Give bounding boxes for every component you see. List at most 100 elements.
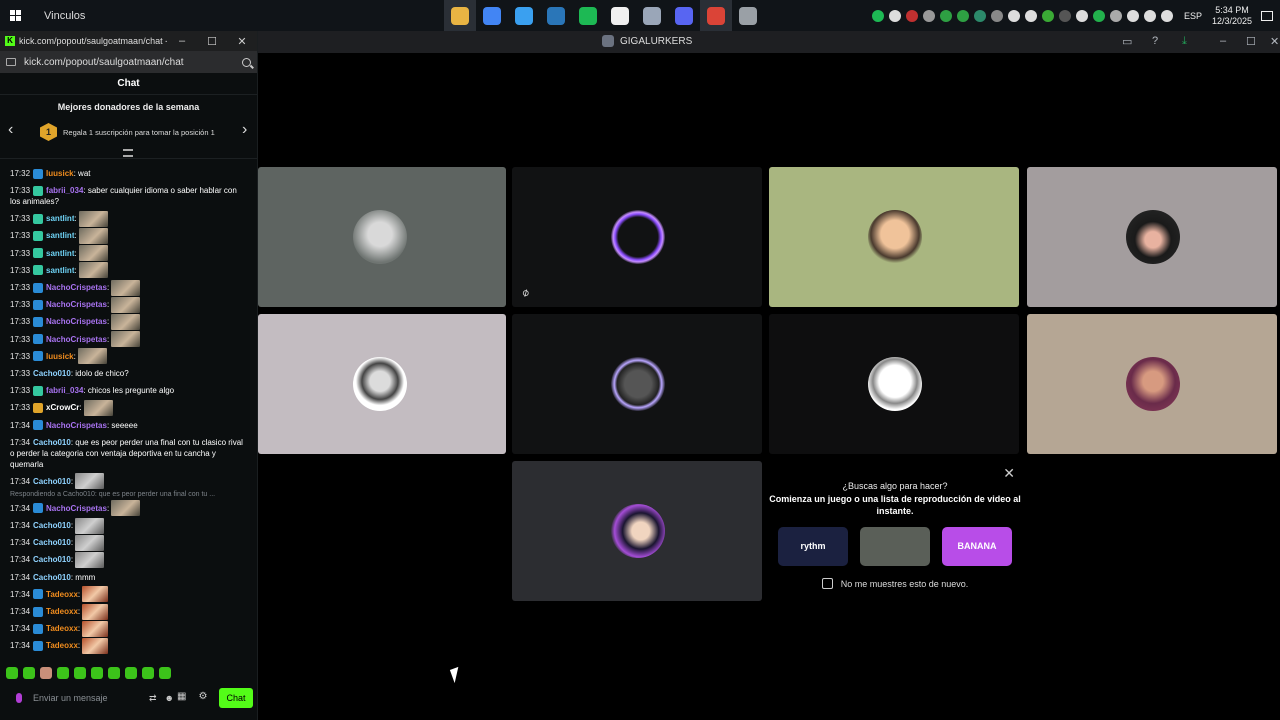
emote-image[interactable] [111,296,141,313]
participant-tile[interactable] [769,167,1019,307]
chat-message[interactable]: 17:34 Cacho010: [0,551,256,568]
chat-input[interactable]: Enviar un mensaje ⇄ ☻ [4,686,174,710]
tray-app-icon[interactable] [906,9,919,22]
tray-app-icon[interactable] [1110,9,1123,22]
minimize-button[interactable]: – [167,35,197,47]
tray-app-icon[interactable] [889,9,902,22]
chat-message[interactable]: 17:33 santlint: [0,245,256,262]
message-username[interactable]: Tadeoxx [46,606,78,617]
chat-message[interactable]: 17:34 Cacho010: [0,534,256,551]
message-username[interactable]: santlint [46,248,74,259]
notifications-button[interactable] [1254,10,1280,21]
donor-slot[interactable]: 1 Regala 1 suscripción para tomar la pos… [40,123,215,141]
maximize-button[interactable]: ☐ [1246,35,1256,48]
message-username[interactable]: luusick [46,351,74,362]
chat-message[interactable]: 17:34 NachoCrispetas: [0,500,256,517]
activity-card[interactable] [860,527,930,566]
chat-message[interactable]: 17:32 luusick: wat [0,165,256,182]
tray-app-icon[interactable] [1042,9,1055,22]
search-icon[interactable] [242,57,251,67]
language-indicator[interactable]: ESP [1184,11,1202,21]
message-username[interactable]: NachoCrispetas [46,316,107,327]
emote-icon[interactable] [23,667,35,679]
message-username[interactable]: santlint [46,265,74,276]
tray-app-icon[interactable] [1059,9,1072,22]
chat-message[interactable]: 17:33 fabrii_034: chicos les pregunte alg… [0,382,256,399]
site-info-icon[interactable] [6,58,16,66]
message-username[interactable]: Cacho010 [33,476,71,487]
message-username[interactable]: Cacho010 [33,572,71,583]
chat-message[interactable]: 17:33 santlint: [0,262,256,279]
chat-message[interactable]: 17:34 Tadeoxx: [0,637,256,654]
emote-image[interactable] [82,620,109,637]
chat-message[interactable]: 17:34 Tadeoxx: [0,603,256,620]
emote-icon[interactable] [159,667,171,679]
message-username[interactable]: NachoCrispetas [46,334,107,345]
emote-icon[interactable] [40,667,52,679]
wifi-icon[interactable] [1161,9,1174,22]
taskbar-app-button[interactable] [444,0,476,31]
maximize-button[interactable]: ☐ [197,35,227,48]
emote-image[interactable] [77,348,107,365]
emote-icon[interactable] [142,667,154,679]
message-username[interactable]: fabrii_034 [46,186,83,195]
chat-message[interactable]: 17:33 Cacho010: idolo de chico? [0,365,256,382]
taskbar-search-label[interactable]: Vinculos [44,10,444,22]
bluetooth-icon[interactable] [1008,9,1021,22]
chat-message[interactable]: 17:34 Tadeoxx: [0,620,256,637]
chat-message[interactable]: 17:34 Tadeoxx: [0,586,256,603]
activity-card[interactable]: rythm [778,527,848,566]
chat-message[interactable]: 17:33 luusick: [0,348,256,365]
checkbox-icon[interactable] [821,578,833,589]
chat-message[interactable]: 17:34 Cacho010: [0,517,256,534]
participant-tile[interactable] [258,314,506,454]
message-username[interactable]: santlint [46,230,74,241]
taskbar-app-button[interactable] [668,0,700,31]
tray-app-icon[interactable] [1093,9,1106,22]
activity-card[interactable]: BANANA [942,527,1012,566]
chat-message[interactable]: 17:33 santlint: [0,227,256,244]
emote-image[interactable] [75,473,105,490]
emote-image[interactable] [78,210,108,227]
emote-image[interactable] [111,331,141,348]
participant-tile[interactable]: ⌀ [512,167,762,307]
display-icon[interactable] [1127,9,1140,22]
participant-tile[interactable] [1027,167,1277,307]
tray-app-icon[interactable] [991,9,1004,22]
chat-message[interactable]: 17:33 santlint: [0,210,256,227]
emote-icon[interactable] [74,667,86,679]
url-bar[interactable]: kick.com/popout/saulgoatmaan/chat [0,51,257,73]
minimize-button[interactable]: – [1220,35,1226,47]
emote-icon[interactable] [125,667,137,679]
emote-image[interactable] [111,500,141,517]
chat-message[interactable]: 17:33 fabrii_034: saber cualquier idioma … [0,182,256,210]
emoji-icon[interactable]: ☻ [165,693,174,703]
pen-icon[interactable] [1144,9,1157,22]
microphone-icon[interactable] [16,693,22,703]
inbox-icon[interactable]: ▭ [1122,35,1132,48]
chat-message[interactable]: 17:33 NachoCrispetas: [0,313,256,330]
message-username[interactable]: Tadeoxx [46,623,78,634]
emote-image[interactable] [82,637,109,654]
message-username[interactable]: NachoCrispetas [46,503,107,514]
chat-message[interactable]: 17:34 Cacho010: que es peor perder una fi… [0,434,256,473]
collapse-pinned-icon[interactable] [123,149,133,157]
emote-image[interactable] [78,262,108,279]
participant-tile[interactable] [1027,314,1277,454]
message-username[interactable]: xCrowCr [46,402,79,413]
chat-message[interactable]: 17:33 xCrowCr: [0,399,256,416]
chat-message[interactable]: 17:33 NachoCrispetas: [0,279,256,296]
spotify-tray-icon[interactable] [872,9,885,22]
participant-tile[interactable] [258,167,506,307]
emote-icon[interactable] [108,667,120,679]
chat-message[interactable]: 17:34 Cacho010: [0,473,256,490]
emote-image[interactable] [75,534,105,551]
download-icon[interactable]: ⤓ [1182,35,1187,48]
taskbar-app-button[interactable] [732,0,764,31]
emote-icon[interactable] [6,667,18,679]
close-button[interactable]: ✕ [1270,35,1279,48]
emote-icon[interactable] [57,667,69,679]
reply-reference[interactable]: Respondiendo a Cacho010: que es peor per… [0,490,256,500]
clock[interactable]: 5:34 PM 12/3/2025 [1210,5,1254,27]
chat-message[interactable]: 17:34 NachoCrispetas: seeeee [0,416,256,433]
